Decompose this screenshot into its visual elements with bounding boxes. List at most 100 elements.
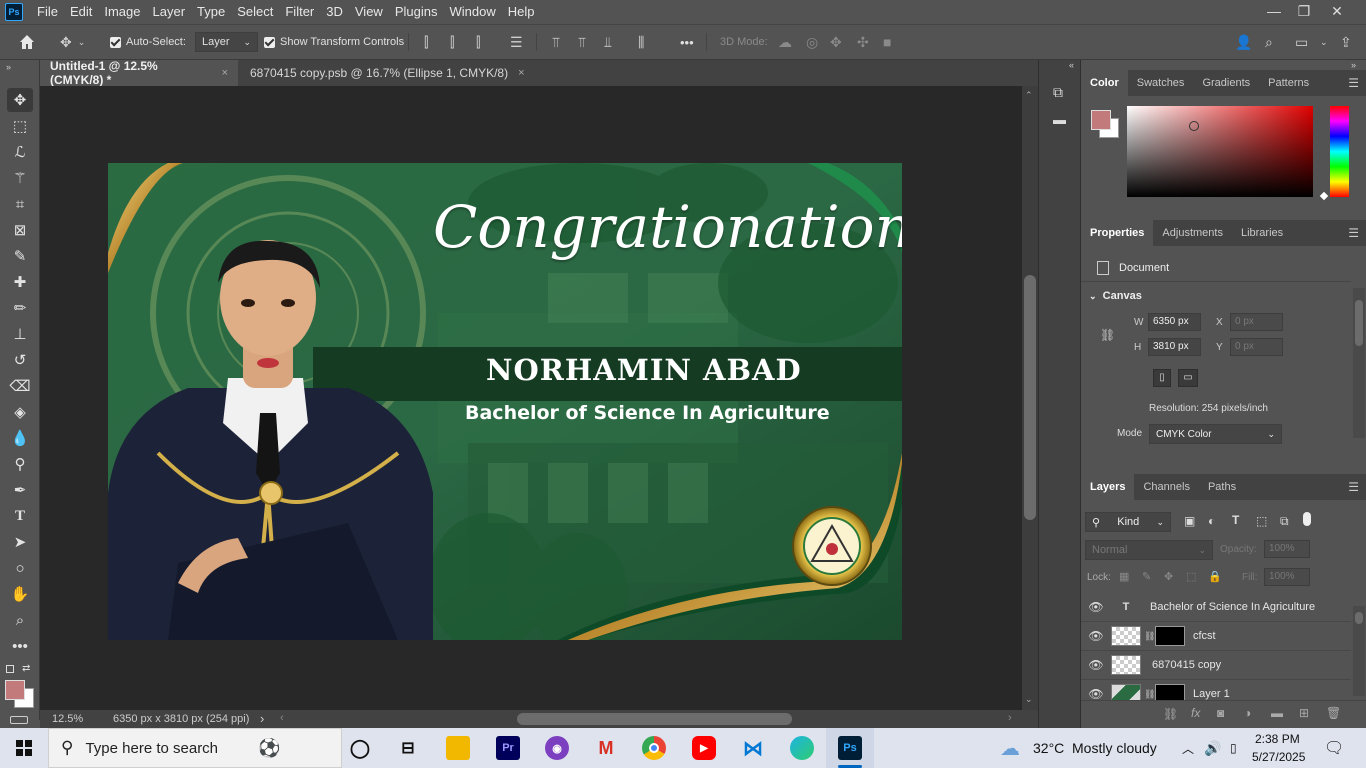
properties-panel-menu-icon[interactable]: ☰ [1348, 220, 1359, 246]
portrait-orientation-icon[interactable]: ▯ [1153, 369, 1171, 387]
brush-tool-icon[interactable]: ✏ [7, 296, 33, 320]
notifications-icon[interactable]: 🗨 [1324, 728, 1344, 768]
edit-toolbar-icon[interactable]: ••• [7, 634, 33, 658]
link-dimensions-icon[interactable]: ⛓ [1100, 328, 1115, 342]
visibility-eye-icon[interactable]: 👁 [1081, 600, 1111, 614]
zoom-level[interactable]: 12.5% [52, 713, 83, 725]
distribute-horizontal-icon[interactable]: ⫼ [638, 25, 644, 59]
vscode-icon[interactable]: ⋈ [741, 736, 765, 760]
tab-untitled-1[interactable]: Untitled-1 @ 12.5% (CMYK/8) * × [40, 59, 238, 87]
menu-filter[interactable]: Filter [279, 0, 320, 24]
expand-panels-icon[interactable]: « [1069, 60, 1074, 70]
new-group-icon[interactable]: ▬ [1271, 706, 1283, 720]
align-left-icon[interactable]: ⫿ [424, 25, 428, 59]
status-menu-arrow[interactable]: › [260, 711, 264, 726]
mask-link-icon[interactable]: ⛓ [1144, 689, 1155, 700]
align-right-icon[interactable]: ⫿ [476, 25, 480, 59]
zoom-tool-icon[interactable]: ⌕ [7, 608, 33, 632]
link-layers-icon[interactable]: ⛓ [1163, 707, 1178, 721]
tab-close-icon[interactable]: × [222, 67, 228, 79]
workspace-icon[interactable]: ▭ [1295, 25, 1308, 59]
premiere-pro-icon[interactable]: Pr [496, 736, 520, 760]
tab-color[interactable]: Color [1081, 70, 1128, 96]
widgets-icon[interactable]: ⊟ [396, 736, 420, 760]
filter-pixel-icon[interactable]: ▣ [1184, 514, 1195, 528]
tab-paths[interactable]: Paths [1199, 474, 1245, 500]
hand-tool-icon[interactable]: ✋ [7, 582, 33, 606]
menu-file[interactable]: File [31, 0, 64, 24]
swap-colors-icon[interactable]: ⇄ [22, 663, 30, 674]
dodge-tool-icon[interactable]: ⚲ [7, 452, 33, 476]
magic-wand-tool-icon[interactable]: ⚚ [7, 166, 33, 190]
marquee-tool-icon[interactable]: ⬚ [7, 114, 33, 138]
tab-patterns[interactable]: Patterns [1259, 70, 1318, 96]
default-colors-icon[interactable] [6, 665, 14, 673]
horizontal-scroll-thumb[interactable] [517, 713, 792, 725]
auto-select-dropdown[interactable]: Layer ⌄ [195, 32, 259, 52]
menu-help[interactable]: Help [502, 0, 541, 24]
lock-position-icon[interactable]: ✥ [1164, 570, 1173, 583]
menu-3d[interactable]: 3D [320, 0, 349, 24]
align-bottom-icon[interactable]: ⫫ [604, 25, 612, 59]
weather-text[interactable]: Mostly cloudy [1072, 728, 1157, 768]
search-icon[interactable]: ⌕ [1265, 25, 1273, 59]
visibility-eye-icon[interactable]: 👁 [1081, 687, 1111, 701]
fx-icon[interactable]: fx [1191, 706, 1200, 720]
foreground-color-swatch[interactable] [5, 680, 25, 700]
distribute-vertical-icon[interactable]: ☰ [510, 25, 523, 59]
weather-temp[interactable]: 32°C [1033, 728, 1064, 768]
layer-filter-kind-dropdown[interactable]: ⚲ Kind ⌄ [1085, 512, 1171, 532]
github-desktop-icon[interactable]: ◉ [545, 736, 569, 760]
task-view-icon[interactable]: ◯ [348, 736, 372, 760]
visibility-eye-icon[interactable]: 👁 [1081, 658, 1111, 672]
align-top-icon[interactable]: ⫪ [552, 25, 560, 59]
tab-gradients[interactable]: Gradients [1193, 70, 1259, 96]
scroll-right-icon[interactable]: › [1008, 712, 1012, 724]
hue-slider[interactable] [1330, 106, 1349, 197]
home-icon[interactable] [18, 25, 36, 59]
color-picker-cursor[interactable] [1189, 121, 1199, 131]
add-mask-icon[interactable]: ◙ [1217, 706, 1224, 720]
photoshop-taskbar-icon[interactable]: Ps [838, 736, 862, 760]
width-field[interactable]: 6350 px [1148, 313, 1201, 331]
menu-image[interactable]: Image [98, 0, 146, 24]
eraser-tool-icon[interactable]: ⌫ [7, 374, 33, 398]
crop-tool-icon[interactable]: ⌗ [7, 192, 33, 216]
menu-layer[interactable]: Layer [147, 0, 192, 24]
height-field[interactable]: 3810 px [1148, 338, 1201, 356]
filter-toggle-icon[interactable] [1303, 512, 1311, 526]
opacity-field[interactable]: 100% [1264, 540, 1310, 558]
history-brush-tool-icon[interactable]: ↺ [7, 348, 33, 372]
tab-properties[interactable]: Properties [1081, 220, 1154, 246]
filter-smart-object-icon[interactable]: ⧉ [1280, 514, 1289, 529]
scroll-down-icon[interactable]: ⌄ [1025, 694, 1033, 705]
properties-scrollbar[interactable] [1353, 288, 1365, 438]
edge-icon[interactable] [790, 736, 814, 760]
clock-time[interactable]: 2:38 PM [1255, 730, 1300, 748]
vertical-scroll-thumb[interactable] [1024, 275, 1036, 520]
tab-close-icon[interactable]: × [518, 67, 524, 79]
show-transform-checkbox[interactable]: Show Transform Controls [264, 25, 404, 59]
align-center-icon[interactable]: ⫿ [450, 25, 454, 59]
lock-transparent-icon[interactable]: ▦ [1119, 570, 1129, 583]
history-panel-icon[interactable]: ⧉ [1053, 84, 1063, 101]
collapse-toolbar-icon[interactable]: » [6, 62, 11, 72]
windows-start-icon[interactable] [16, 740, 32, 756]
color-picker-field[interactable] [1127, 106, 1313, 197]
landscape-orientation-icon[interactable]: ▭ [1178, 369, 1198, 387]
layer-row-cfcst[interactable]: 👁 ⛓ cfcst [1081, 622, 1351, 651]
fill-field[interactable]: 100% [1264, 568, 1310, 586]
move-tool-preset-icon[interactable]: ✥ ⌄ [60, 25, 85, 59]
file-explorer-icon[interactable] [446, 736, 470, 760]
layer-mask-thumbnail[interactable] [1155, 626, 1185, 646]
quick-mask-icon[interactable] [10, 716, 28, 724]
tab-swatches[interactable]: Swatches [1128, 70, 1194, 96]
mode-dropdown[interactable]: CMYK Color ⌄ [1149, 424, 1282, 444]
filter-type-icon[interactable]: T [1232, 513, 1239, 527]
tab-6870415-copy[interactable]: 6870415 copy.psb @ 16.7% (Ellipse 1, CMY… [240, 60, 535, 86]
menu-type[interactable]: Type [191, 0, 231, 24]
menu-edit[interactable]: Edit [64, 0, 98, 24]
minimize-button[interactable]: — [1257, 0, 1291, 22]
chrome-icon[interactable] [642, 736, 666, 760]
layers-scrollbar[interactable] [1353, 606, 1365, 696]
